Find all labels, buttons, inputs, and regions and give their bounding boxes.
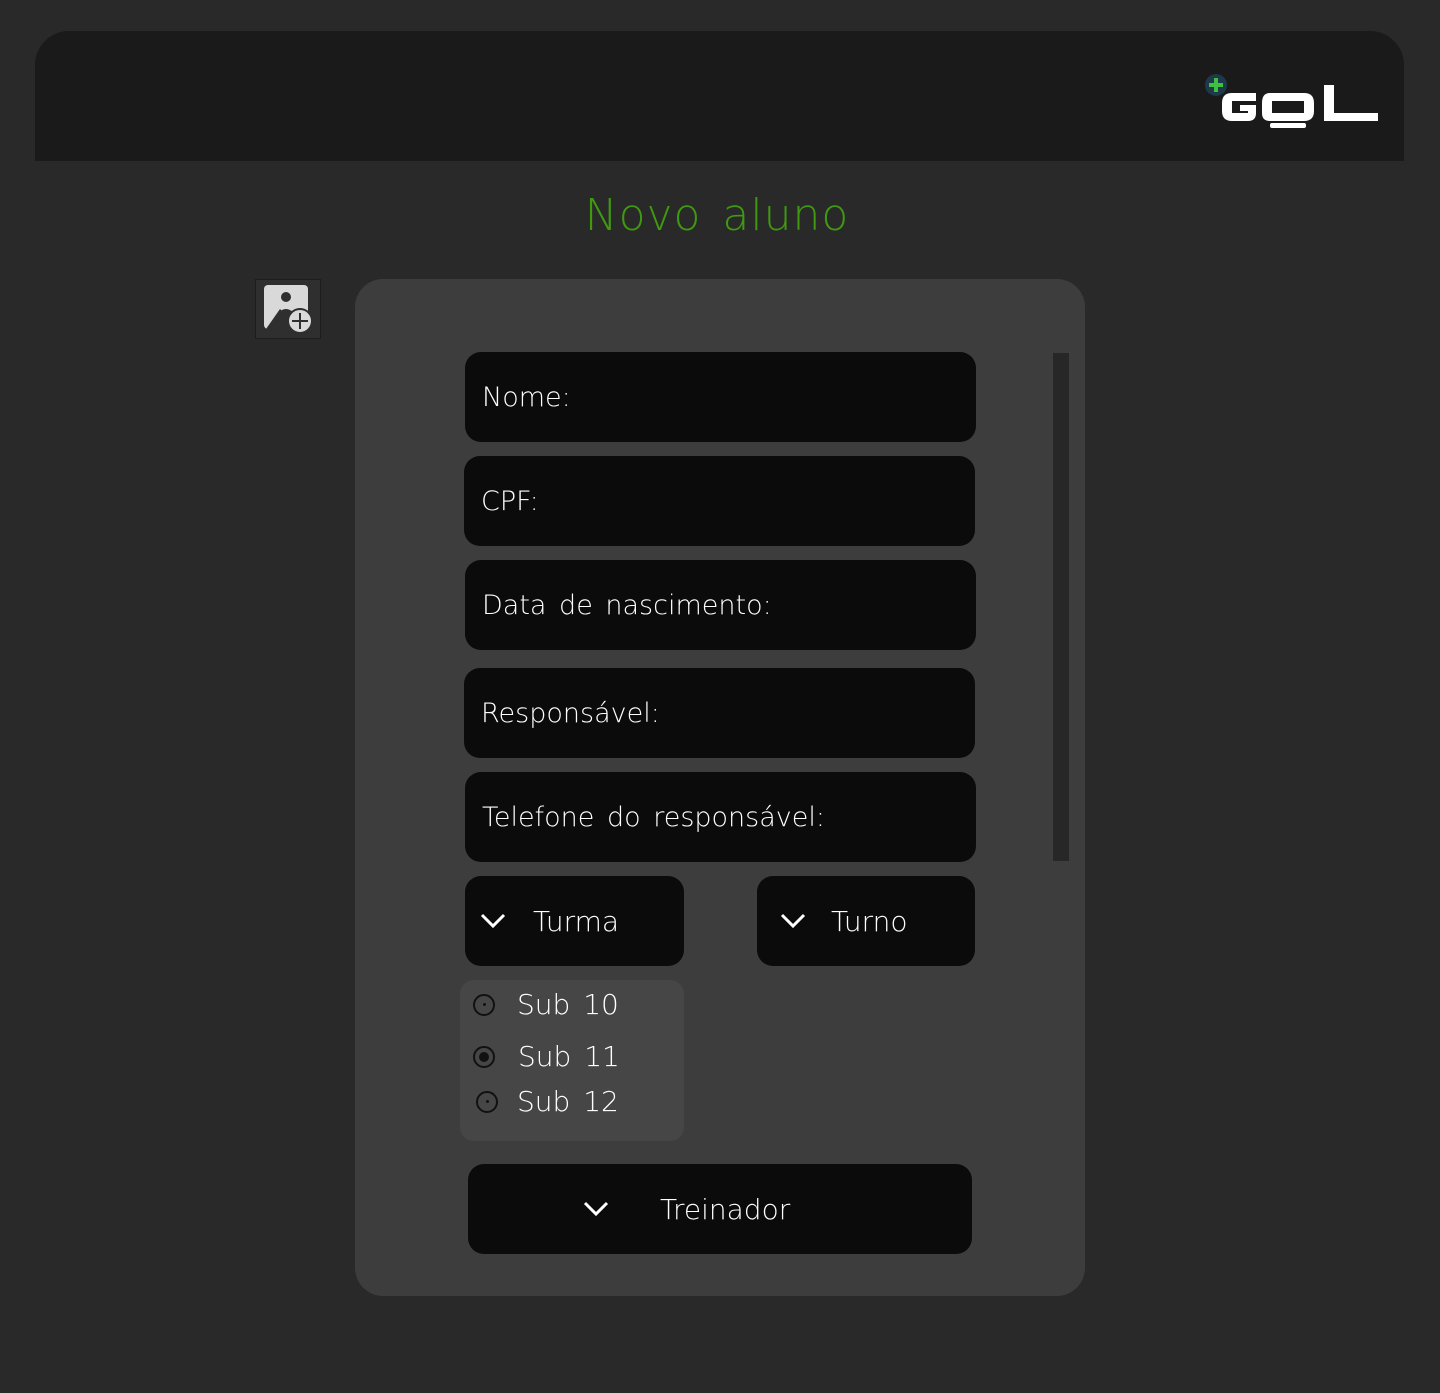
radio-label: Sub 10 (517, 988, 619, 1021)
radio-label: Sub 11 (518, 1040, 620, 1073)
radio-button-selected[interactable] (473, 1045, 495, 1068)
treinador-label: Treinador (660, 1192, 791, 1226)
nome-field[interactable]: Nome: (465, 352, 976, 442)
chevron-down-icon (480, 913, 506, 929)
data-nascimento-label: Data de nascimento: (482, 589, 772, 621)
add-photo-button[interactable] (255, 279, 321, 339)
data-nascimento-field[interactable]: Data de nascimento: (465, 560, 976, 650)
form-scrollbar[interactable] (1053, 353, 1069, 861)
radio-option-sub-10[interactable]: Sub 10 (473, 988, 619, 1021)
chevron-down-icon (583, 1201, 609, 1217)
turno-select[interactable]: Turno (757, 876, 975, 966)
turno-label: Turno (831, 904, 908, 938)
telefone-responsavel-field[interactable]: Telefone do responsável: (465, 772, 976, 862)
nome-label: Nome: (482, 381, 571, 413)
turma-label: Turma (533, 904, 620, 938)
radio-label: Sub 12 (517, 1085, 619, 1118)
cpf-label: CPF: (481, 485, 539, 517)
add-photo-icon (264, 285, 313, 334)
radio-button[interactable] (473, 993, 495, 1016)
radio-option-sub-11[interactable]: Sub 11 (473, 1040, 620, 1073)
gol-logo[interactable] (1204, 73, 1380, 129)
turma-select[interactable]: Turma (465, 876, 684, 966)
chevron-down-icon (780, 913, 806, 929)
page-title: Novo aluno (584, 190, 850, 241)
app-header (35, 31, 1404, 161)
responsavel-label: Responsável: (481, 697, 660, 729)
radio-option-sub-12[interactable]: Sub 12 (476, 1085, 619, 1118)
treinador-select[interactable]: Treinador (468, 1164, 972, 1254)
cpf-field[interactable]: CPF: (464, 456, 975, 546)
responsavel-field[interactable]: Responsável: (464, 668, 975, 758)
telefone-responsavel-label: Telefone do responsável: (482, 801, 825, 833)
radio-button[interactable] (476, 1090, 498, 1113)
